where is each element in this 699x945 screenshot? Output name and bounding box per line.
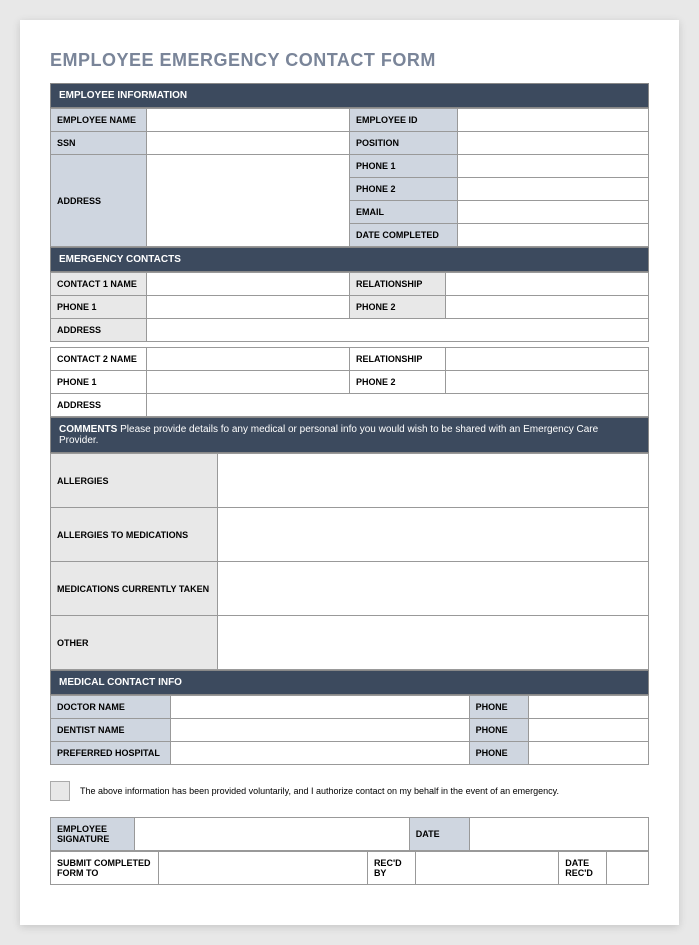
phone1-input[interactable] — [457, 155, 648, 178]
submit-form-to-input[interactable] — [158, 852, 367, 885]
allergies-medications-label: ALLERGIES TO MEDICATIONS — [51, 508, 218, 562]
allergies-label: ALLERGIES — [51, 454, 218, 508]
contact1-address-input[interactable] — [146, 319, 648, 342]
phone2-input[interactable] — [457, 178, 648, 201]
contact2-phone2-input[interactable] — [445, 371, 648, 394]
authorization-text: The above information has been provided … — [80, 786, 559, 796]
contact1-phone1-input[interactable] — [146, 296, 349, 319]
employee-signature-label: EMPLOYEE SIGNATURE — [51, 818, 135, 851]
recd-by-label: REC'D BY — [367, 852, 415, 885]
employee-id-label: EMPLOYEE ID — [349, 109, 457, 132]
hospital-phone-input[interactable] — [529, 742, 649, 765]
emergency-contacts-table: CONTACT 1 NAME RELATIONSHIP PHONE 1 PHON… — [50, 272, 649, 417]
contact1-phone2-input[interactable] — [445, 296, 648, 319]
submit-form-to-label: SUBMIT COMPLETED FORM TO — [51, 852, 159, 885]
contact1-relationship-label: RELATIONSHIP — [349, 273, 445, 296]
date-recd-label: DATE REC'D — [559, 852, 607, 885]
contact2-name-label: CONTACT 2 NAME — [51, 348, 147, 371]
employee-name-label: EMPLOYEE NAME — [51, 109, 147, 132]
preferred-hospital-label: PREFERRED HOSPITAL — [51, 742, 171, 765]
comments-header-bold: COMMENTS — [59, 424, 117, 435]
medications-taken-label: MEDICATIONS CURRENTLY TAKEN — [51, 562, 218, 616]
signature-table: EMPLOYEE SIGNATURE DATE — [50, 817, 649, 851]
comments-table: ALLERGIES ALLERGIES TO MEDICATIONS MEDIC… — [50, 453, 649, 670]
contact1-relationship-input[interactable] — [445, 273, 648, 296]
dentist-phone-label: PHONE — [469, 719, 529, 742]
doctor-phone-input[interactable] — [529, 696, 649, 719]
employee-info-header: EMPLOYEE INFORMATION — [50, 83, 649, 108]
address-input[interactable] — [146, 155, 349, 247]
doctor-name-label: DOCTOR NAME — [51, 696, 171, 719]
contact1-phone2-label: PHONE 2 — [349, 296, 445, 319]
contact2-address-label: ADDRESS — [51, 394, 147, 417]
comments-header-text: Please provide details fo any medical or… — [59, 424, 598, 446]
contact1-phone1-label: PHONE 1 — [51, 296, 147, 319]
contact2-name-input[interactable] — [146, 348, 349, 371]
form-title: EMPLOYEE EMERGENCY CONTACT FORM — [50, 50, 649, 71]
date-label: DATE — [409, 818, 469, 851]
date-completed-input[interactable] — [457, 224, 648, 247]
employee-id-input[interactable] — [457, 109, 648, 132]
other-label: OTHER — [51, 616, 218, 670]
other-input[interactable] — [218, 616, 649, 670]
allergies-medications-input[interactable] — [218, 508, 649, 562]
dentist-name-input[interactable] — [170, 719, 469, 742]
contact2-phone1-input[interactable] — [146, 371, 349, 394]
authorization-row: The above information has been provided … — [50, 779, 649, 803]
position-label: POSITION — [349, 132, 457, 155]
form-page: EMPLOYEE EMERGENCY CONTACT FORM EMPLOYEE… — [20, 20, 679, 925]
medical-contact-header: MEDICAL CONTACT INFO — [50, 670, 649, 695]
submit-table: SUBMIT COMPLETED FORM TO REC'D BY DATE R… — [50, 851, 649, 885]
ssn-input[interactable] — [146, 132, 349, 155]
contact2-relationship-input[interactable] — [445, 348, 648, 371]
dentist-phone-input[interactable] — [529, 719, 649, 742]
comments-header: COMMENTS Please provide details fo any m… — [50, 417, 649, 453]
doctor-phone-label: PHONE — [469, 696, 529, 719]
contact2-phone1-label: PHONE 1 — [51, 371, 147, 394]
doctor-name-input[interactable] — [170, 696, 469, 719]
address-label: ADDRESS — [51, 155, 147, 247]
contact1-name-input[interactable] — [146, 273, 349, 296]
employee-signature-input[interactable] — [134, 818, 409, 851]
contact2-phone2-label: PHONE 2 — [349, 371, 445, 394]
hospital-phone-label: PHONE — [469, 742, 529, 765]
contact2-relationship-label: RELATIONSHIP — [349, 348, 445, 371]
allergies-input[interactable] — [218, 454, 649, 508]
contact2-address-input[interactable] — [146, 394, 648, 417]
ssn-label: SSN — [51, 132, 147, 155]
email-label: EMAIL — [349, 201, 457, 224]
phone1-label: PHONE 1 — [349, 155, 457, 178]
date-input[interactable] — [469, 818, 648, 851]
date-completed-label: DATE COMPLETED — [349, 224, 457, 247]
medical-contact-table: DOCTOR NAME PHONE DENTIST NAME PHONE PRE… — [50, 695, 649, 765]
dentist-name-label: DENTIST NAME — [51, 719, 171, 742]
emergency-contacts-header: EMERGENCY CONTACTS — [50, 247, 649, 272]
date-recd-input[interactable] — [607, 852, 649, 885]
employee-name-input[interactable] — [146, 109, 349, 132]
medications-taken-input[interactable] — [218, 562, 649, 616]
contact1-name-label: CONTACT 1 NAME — [51, 273, 147, 296]
position-input[interactable] — [457, 132, 648, 155]
recd-by-input[interactable] — [415, 852, 559, 885]
authorization-checkbox[interactable] — [50, 781, 70, 801]
email-input[interactable] — [457, 201, 648, 224]
contact1-address-label: ADDRESS — [51, 319, 147, 342]
phone2-label: PHONE 2 — [349, 178, 457, 201]
preferred-hospital-input[interactable] — [170, 742, 469, 765]
employee-info-table: EMPLOYEE NAME EMPLOYEE ID SSN POSITION A… — [50, 108, 649, 247]
